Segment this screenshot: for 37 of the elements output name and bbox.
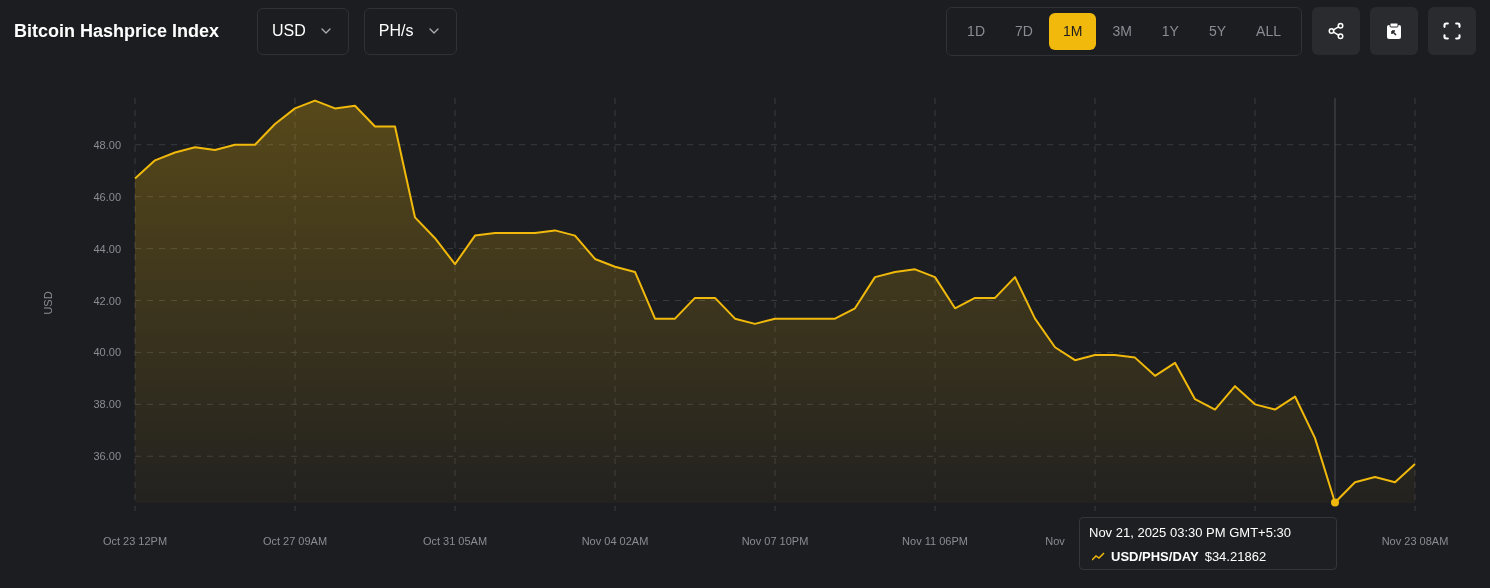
range-tab[interactable]: 7D	[1001, 12, 1047, 50]
x-axis-label: Nov 07 10PM	[741, 535, 809, 547]
fullscreen-icon	[1442, 21, 1462, 41]
y-axis-title: USD	[42, 291, 54, 315]
x-axis-label: Oct 23 12PM	[102, 535, 168, 547]
x-axis-label: Nov 11 06PM	[902, 535, 968, 547]
share-icon	[1327, 22, 1345, 40]
x-axis-label: Oct 31 05AM	[422, 535, 488, 547]
x-axis-label: Nov 04 02AM	[581, 535, 649, 547]
tooltip-series: USD/PHS/DAY	[1111, 547, 1199, 566]
range-tab[interactable]: 1M	[1048, 12, 1097, 50]
tooltip-time: Nov 21, 2025 03:30 PM GMT+5:30	[1089, 524, 1292, 542]
y-axis-label: 42.00	[93, 294, 121, 307]
y-axis-label: 38.00	[93, 398, 121, 411]
tooltip-value: $34.21862	[1204, 547, 1267, 566]
range-tab[interactable]: 5Y	[1194, 12, 1241, 50]
x-axis-label: Oct 27 09AM	[262, 535, 328, 547]
clipboard-icon	[1385, 22, 1403, 40]
range-tab[interactable]: ALL	[1242, 12, 1295, 50]
y-axis-label: 48.00	[93, 138, 121, 151]
share-button[interactable]	[1312, 7, 1360, 55]
x-axis-label: Nov	[1045, 535, 1065, 547]
trend-line-icon	[1092, 551, 1105, 561]
x-axis-label: Nov 23 08AM	[1381, 535, 1449, 547]
hover-point	[1331, 498, 1339, 507]
range-tab[interactable]: 1D	[953, 12, 999, 50]
unit-dropdown[interactable]: PH/s	[363, 7, 457, 55]
range-tab[interactable]: 3M	[1098, 12, 1146, 50]
unit-dropdown[interactable]: USD	[257, 7, 349, 55]
range-tab[interactable]: 1Y	[1147, 12, 1193, 50]
y-axis-label: 44.00	[93, 242, 121, 255]
y-axis-label: 46.00	[93, 190, 121, 203]
clipboard-button[interactable]	[1370, 7, 1418, 55]
fullscreen-button[interactable]	[1428, 7, 1476, 55]
page-title: Bitcoin Hashprice Index	[14, 19, 220, 43]
y-axis-label: 36.00	[93, 450, 121, 463]
y-axis-label: 40.00	[93, 346, 121, 359]
